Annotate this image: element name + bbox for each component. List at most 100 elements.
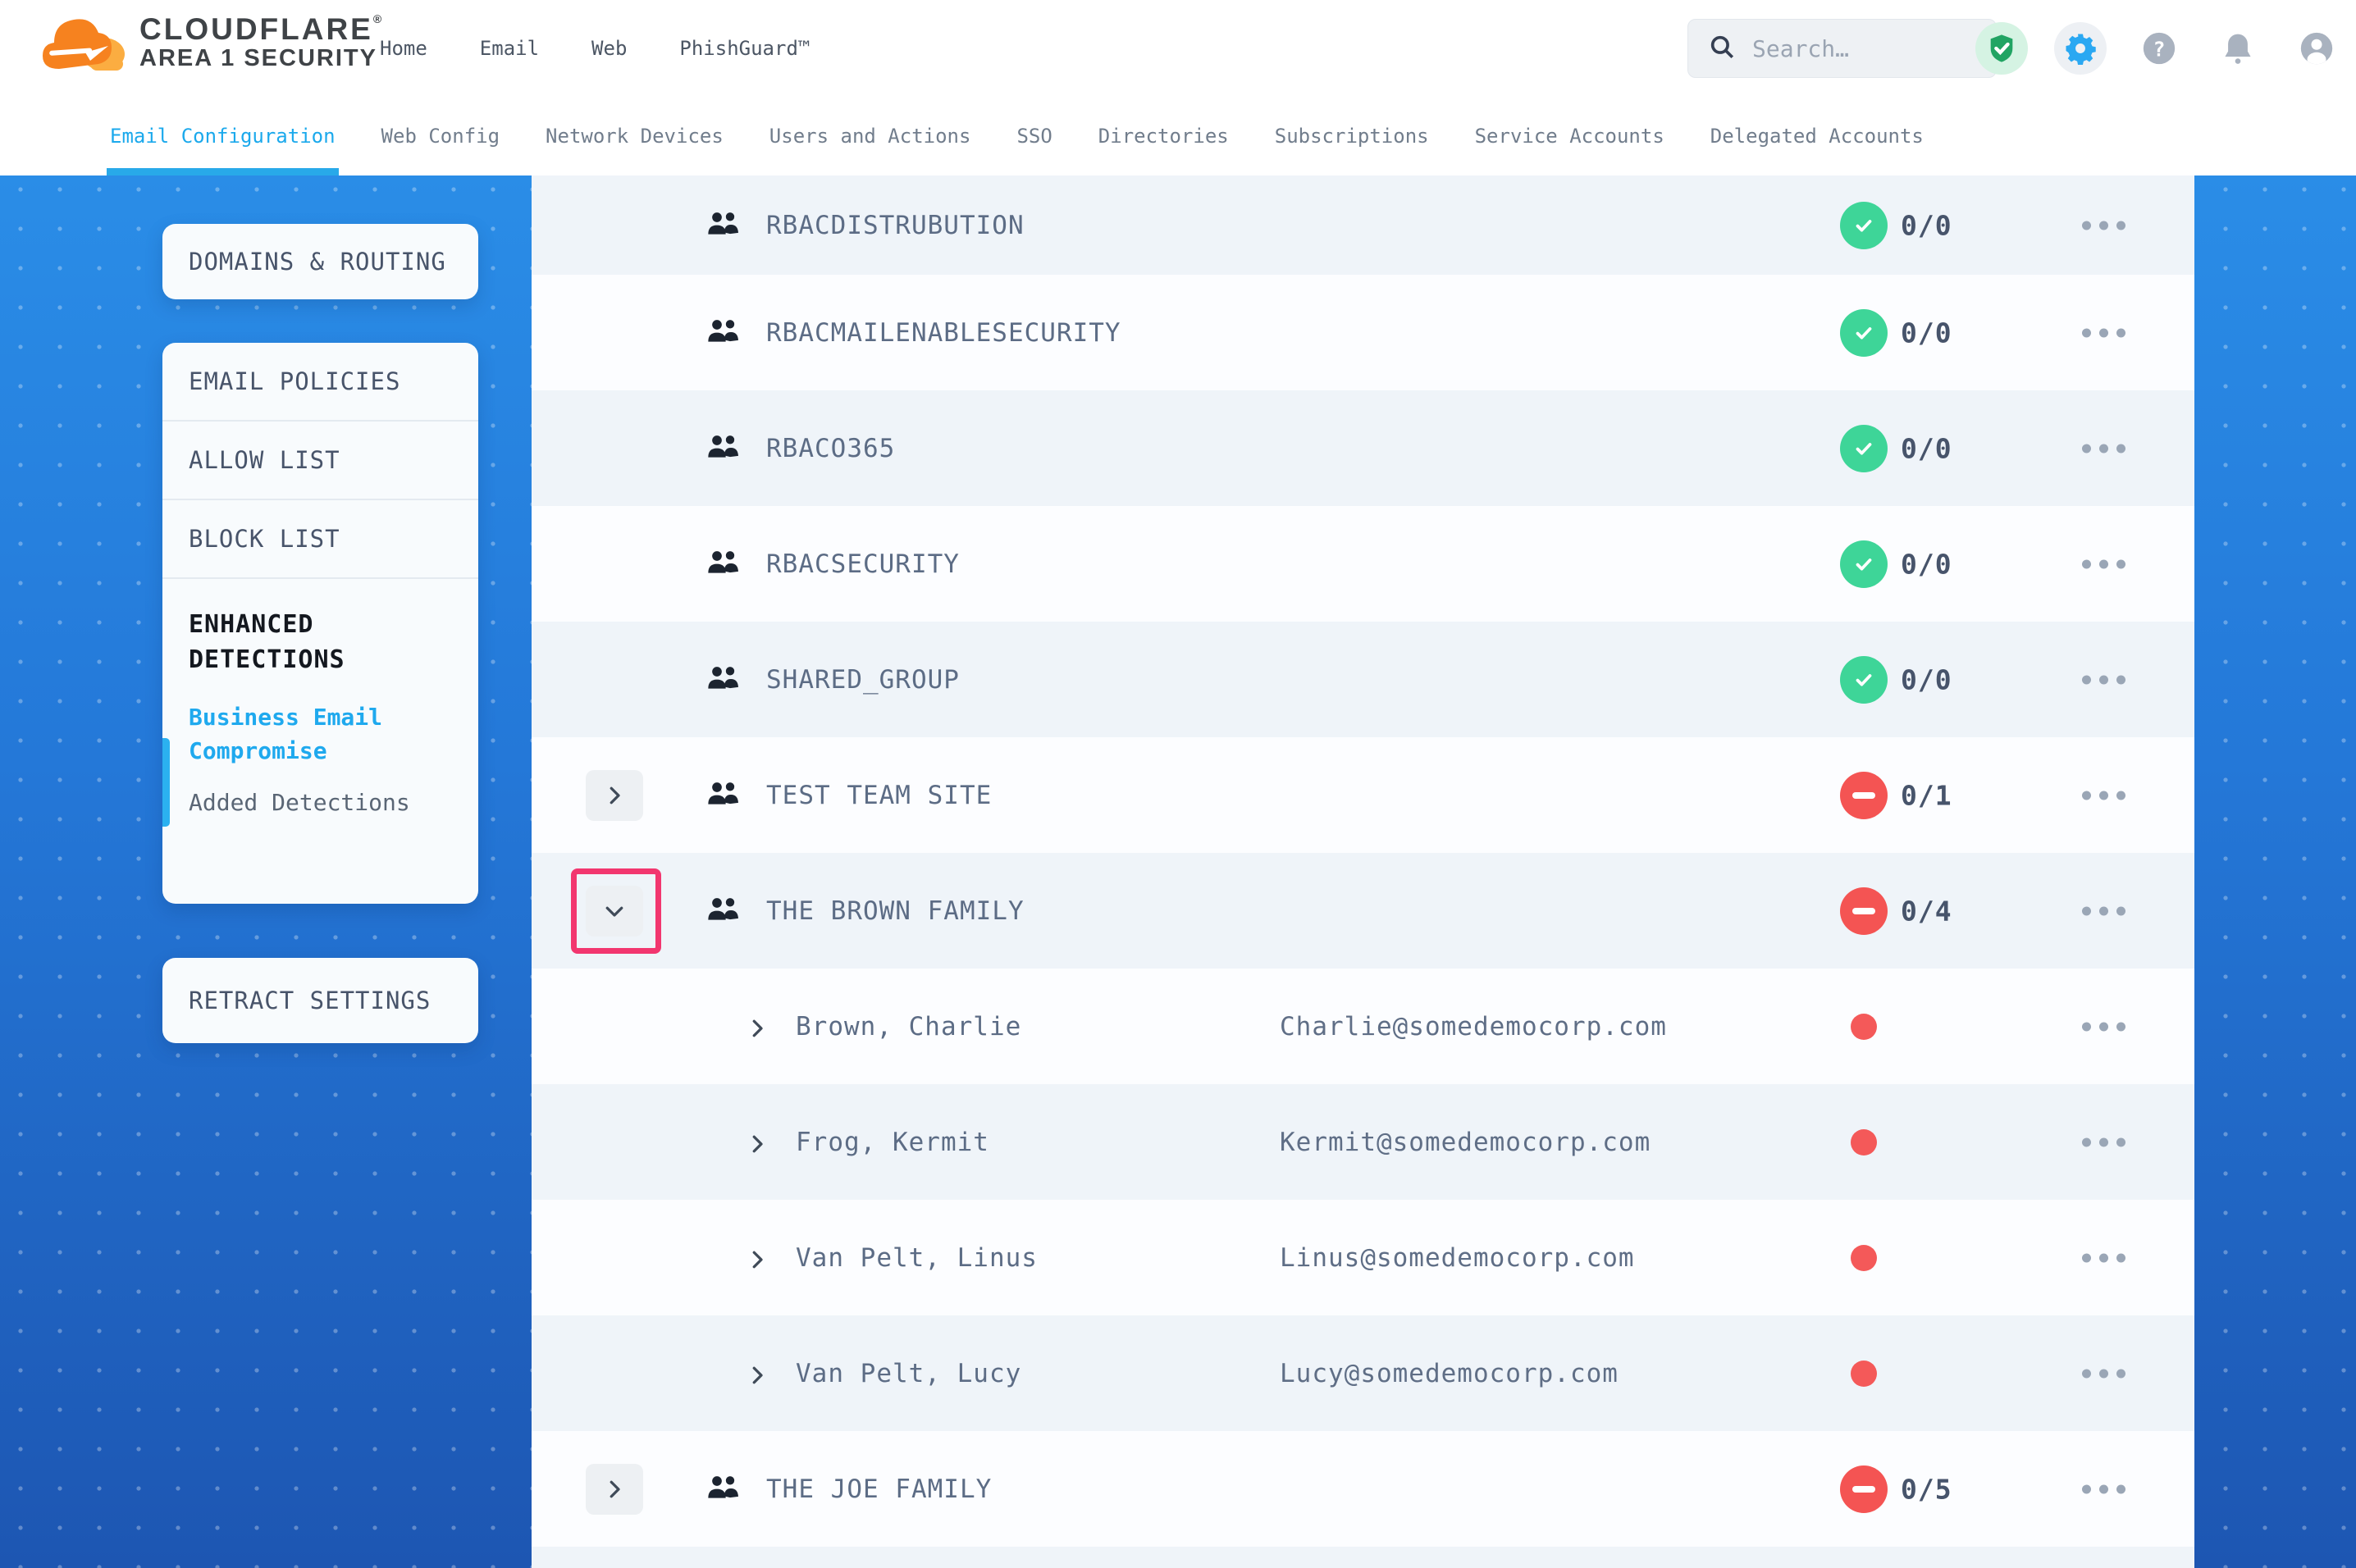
primary-nav: Home Email Web PhishGuard™: [380, 0, 810, 97]
table-row-group: RBACDISTRUBUTION 0/0: [532, 175, 2194, 275]
row-menu-ellipsis-icon[interactable]: [2079, 782, 2129, 808]
chevron-right-icon[interactable]: [745, 1016, 766, 1037]
user-icon[interactable]: [2290, 22, 2343, 75]
nav-web[interactable]: Web: [591, 37, 627, 60]
status-blocked-icon: [1840, 772, 1888, 819]
tab-service-accounts[interactable]: Service Accounts: [1475, 97, 1664, 175]
people-icon: [707, 1474, 740, 1505]
expand-group-button[interactable]: [586, 770, 643, 821]
status-ok-icon: [1840, 309, 1888, 357]
member-count: 0/4: [1901, 895, 1952, 927]
people-icon: [707, 210, 740, 241]
tab-network-devices[interactable]: Network Devices: [546, 97, 724, 175]
expand-group-button[interactable]: [586, 1464, 643, 1515]
member-count: 0/0: [1901, 209, 1952, 241]
table-row-member: Brown, CharlieCharlie@somedemocorp.com: [532, 969, 2194, 1084]
row-menu-ellipsis-icon[interactable]: [2079, 1361, 2129, 1386]
group-name: THE JOE FAMILY: [766, 1475, 992, 1504]
status-dot-icon: [1851, 1129, 1877, 1155]
nav-phishguard[interactable]: PhishGuard™: [679, 37, 810, 60]
chevron-right-icon[interactable]: [745, 1247, 766, 1269]
cloudflare-area1-logo[interactable]: CLOUDFLARE® AREA 1 SECURITY: [36, 10, 384, 75]
member-name: Van Pelt, Lucy: [796, 1359, 1021, 1388]
member-email: Kermit@somedemocorp.com: [1280, 1128, 1651, 1157]
sidebar-card-domains-routing[interactable]: DOMAINS & ROUTING: [162, 224, 478, 299]
sidebar-item-enhanced-detections[interactable]: ENHANCED DETECTIONS: [189, 607, 452, 677]
people-icon: [707, 664, 740, 695]
tab-directories[interactable]: Directories: [1098, 97, 1229, 175]
member-count: 0/5: [1901, 1473, 1952, 1505]
row-menu-ellipsis-icon[interactable]: [2079, 435, 2129, 461]
bell-icon[interactable]: [2212, 22, 2264, 75]
sidebar-section-enhanced-detections: ENHANCED DETECTIONS Business Email Compr…: [162, 579, 478, 816]
tab-email-configuration[interactable]: Email Configuration: [110, 97, 336, 175]
table-row-member: Van Pelt, LinusLinus@somedemocorp.com: [532, 1200, 2194, 1315]
tab-subscriptions[interactable]: Subscriptions: [1275, 97, 1429, 175]
help-icon[interactable]: ?: [2133, 22, 2185, 75]
sidebar-item-allow-list[interactable]: ALLOW LIST: [162, 422, 478, 500]
tab-users-and-actions[interactable]: Users and Actions: [769, 97, 971, 175]
member-email: Lucy@somedemocorp.com: [1280, 1359, 1619, 1388]
group-name: THE BROWN FAMILY: [766, 896, 1025, 926]
table-row-group: THE JOE FAMILY 0/5: [532, 1431, 2194, 1547]
table-row-group: TEST TEAM SITE0/1: [532, 737, 2194, 853]
tab-web-config[interactable]: Web Config: [381, 97, 500, 175]
sidebar-item-email-policies[interactable]: EMAIL POLICIES: [162, 343, 478, 422]
sidebar-item-retract-settings[interactable]: RETRACT SETTINGS: [162, 987, 431, 1014]
row-menu-ellipsis-icon[interactable]: [2079, 212, 2129, 238]
config-tab-bar: Email Configuration Web Config Network D…: [0, 97, 2356, 175]
people-icon: [707, 433, 740, 464]
status-ok-icon: [1840, 425, 1888, 472]
sidebar-item-domains-routing[interactable]: DOMAINS & ROUTING: [162, 248, 446, 276]
table-row-group: RBACO3650/0: [532, 390, 2194, 506]
row-menu-ellipsis-icon[interactable]: [2079, 1476, 2129, 1502]
tab-sso[interactable]: SSO: [1016, 97, 1052, 175]
status-blocked-icon: [1840, 887, 1888, 935]
row-menu-ellipsis-icon[interactable]: [2079, 320, 2129, 345]
search-input[interactable]: [1751, 34, 1975, 63]
group-name: RBACDISTRUBUTION: [766, 211, 1025, 240]
top-icon-group: ?: [1975, 0, 2343, 97]
row-menu-ellipsis-icon[interactable]: [2079, 1129, 2129, 1155]
status-dot-icon: [1851, 1014, 1877, 1040]
content-area: RBACDISTRUBUTION0/0RBACMAILENABLESECURIT…: [0, 175, 2356, 1568]
group-name: RBACSECURITY: [766, 549, 960, 579]
table-row-group: THE BROWN FAMILY 0/4: [532, 853, 2194, 969]
row-menu-ellipsis-icon[interactable]: [2079, 667, 2129, 692]
sidebar-item-added-detections[interactable]: Added Detections: [189, 789, 452, 816]
row-menu-ellipsis-icon[interactable]: [2079, 1014, 2129, 1039]
shield-check-icon[interactable]: [1975, 22, 2028, 75]
sidebar-card-retract-settings[interactable]: RETRACT SETTINGS: [162, 958, 478, 1043]
chevron-right-icon[interactable]: [745, 1132, 766, 1153]
member-count: 0/0: [1901, 317, 1952, 349]
chevron-right-icon[interactable]: [745, 1363, 766, 1384]
sidebar-item-block-list[interactable]: BLOCK LIST: [162, 500, 478, 579]
sidebar-item-business-email-compromise[interactable]: Business Email Compromise: [189, 700, 452, 768]
row-menu-ellipsis-icon[interactable]: [2079, 551, 2129, 577]
tab-delegated-accounts[interactable]: Delegated Accounts: [1710, 97, 1924, 175]
row-menu-ellipsis-icon[interactable]: [2079, 1245, 2129, 1270]
nav-email[interactable]: Email: [480, 37, 539, 60]
member-email: Linus@somedemocorp.com: [1280, 1243, 1635, 1273]
member-name: Frog, Kermit: [796, 1128, 989, 1157]
group-name: RBACO365: [766, 434, 895, 463]
people-icon: [707, 896, 740, 927]
member-count: 0/0: [1901, 548, 1952, 580]
table-row-group: RBACSECURITY 0/0: [532, 506, 2194, 622]
nav-home[interactable]: Home: [380, 37, 427, 60]
row-menu-ellipsis-icon[interactable]: [2079, 898, 2129, 923]
table-row-group: RBACMAILENABLESECURITY0/0: [532, 275, 2194, 390]
group-name: SHARED_GROUP: [766, 665, 960, 695]
people-icon: [707, 549, 740, 580]
logo-brand: CLOUDFLARE®: [139, 13, 384, 46]
active-item-indicator: [162, 738, 170, 827]
member-email: Charlie@somedemocorp.com: [1280, 1012, 1667, 1042]
collapse-group-button[interactable]: [586, 886, 643, 937]
status-dot-icon: [1851, 1245, 1877, 1271]
people-icon: [707, 780, 740, 811]
search-icon: [1708, 33, 1736, 64]
member-count: 0/1: [1901, 779, 1952, 811]
gear-icon[interactable]: [2054, 22, 2107, 75]
search-box[interactable]: [1687, 19, 1997, 78]
table-row-member: Van Pelt, Lucy Lucy@somedemocorp.com: [532, 1315, 2194, 1431]
